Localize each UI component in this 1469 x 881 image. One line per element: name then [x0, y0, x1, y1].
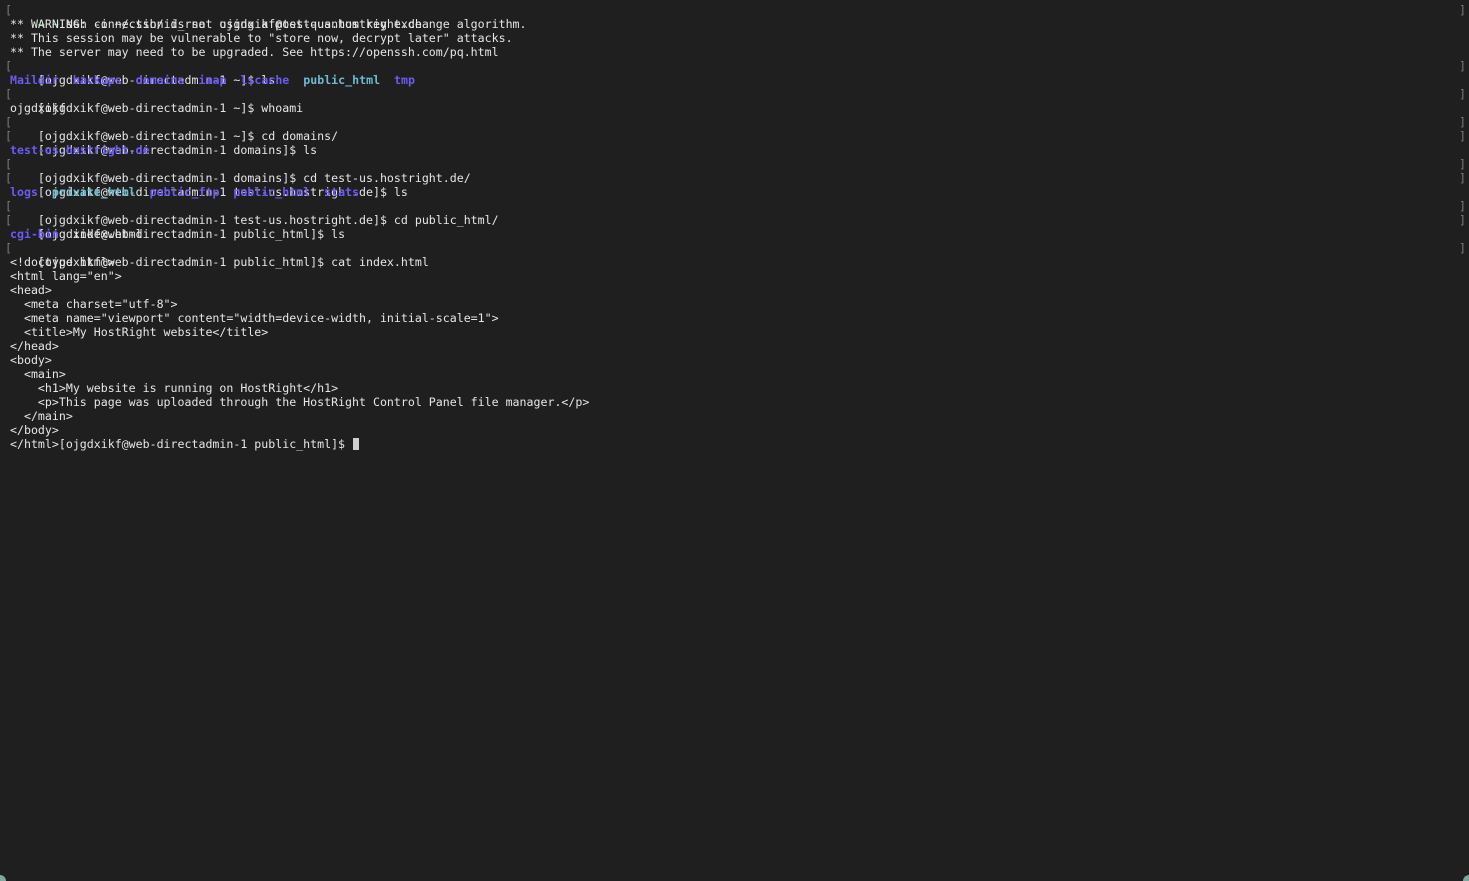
directory-entry: lscache: [240, 73, 290, 87]
warning-text: ** WARNING: connection is not using a po…: [10, 17, 527, 31]
directory-entry: domains: [135, 73, 185, 87]
prompt-line: [[ojgdxikf@web-directadmin-1 test-us.hos…: [5, 171, 1469, 199]
prompt-line: [[ojgdxikf@web-directadmin-1 ~]$ whoami …: [5, 87, 1469, 115]
line-mark-right: ]: [1459, 59, 1466, 73]
prompt-line: [[ojgdxikf@web-directadmin-1 domains]$ l…: [5, 129, 1469, 157]
active-prompt: </html>[ojgdxikf@web-directadmin-1 publi…: [10, 437, 353, 451]
file-content-line: <h1>My website is running on HostRight</…: [10, 381, 339, 395]
directory-entry: Maildir: [10, 73, 59, 87]
directory-entry: public_html: [303, 73, 381, 87]
directory-entry: imap: [198, 73, 227, 87]
text-cursor[interactable]: [353, 438, 360, 450]
line-mark-left: [: [5, 115, 12, 129]
active-prompt-line[interactable]: </html>[ojgdxikf@web-directadmin-1 publi…: [10, 437, 1469, 451]
window-corner: [0, 875, 6, 881]
prompt-line: [[ojgdxikf@web-directadmin-1 ~]$ cd doma…: [5, 115, 1469, 143]
warning-line: ** This session may be vulnerable to "st…: [10, 31, 1469, 45]
warning-text: ** The server may need to be upgraded. S…: [10, 45, 499, 59]
prompt-line: [[ojgdxikf@web-directadmin-1 test-us.hos…: [5, 199, 1469, 227]
directory-entry: cgi-bin: [10, 227, 59, 241]
line-mark-left: [: [5, 171, 12, 185]
line-mark-left: [: [5, 3, 12, 17]
directory-entry: stats: [324, 185, 360, 199]
file-content-line: <p>This page was uploaded through the Ho…: [10, 395, 590, 409]
line-mark-left: [: [5, 87, 12, 101]
output-line: ojgdxikf: [10, 101, 1469, 115]
line-mark-left: [: [5, 241, 12, 255]
file-content-line: </body>: [10, 423, 59, 437]
prompt-line: [[ojgdxikf@web-directadmin-1 public_html…: [5, 213, 1469, 241]
ls-output-line: Maildir backups domains imap lscache pub…: [10, 73, 1469, 87]
file-content-line: <meta charset="utf-8">: [10, 297, 178, 311]
directory-entry: public_ftp: [149, 185, 220, 199]
file-content-line: <main>: [10, 367, 66, 381]
line-mark-right: ]: [1459, 129, 1466, 143]
file-content-line: <meta name="viewport" content="width=dev…: [10, 311, 499, 325]
line-mark-right: ]: [1459, 115, 1466, 129]
directory-entry: test-us.hostright.de: [10, 143, 150, 157]
file-content-line: <head>: [10, 283, 52, 297]
prompt-line: [[ojgdxikf@web-directadmin-1 public_html…: [5, 241, 1469, 269]
directory-entry: private_html: [51, 185, 136, 199]
line-mark-right: ]: [1459, 3, 1466, 17]
directory-entry: backups: [72, 73, 122, 87]
line-mark-right: ]: [1459, 157, 1466, 171]
terminal-window[interactable]: [→ ~ ssh -i ~/.ssh/id_rsa ojgdxikf@test-…: [0, 0, 1469, 881]
warning-text: ** This session may be vulnerable to "st…: [10, 31, 513, 45]
ls-output-line: logs private_html public_ftp public_html…: [10, 185, 1469, 199]
line-mark-left: [: [5, 199, 12, 213]
directory-entry: public_html: [233, 185, 311, 199]
line-mark-right: ]: [1459, 199, 1466, 213]
line-mark-right: ]: [1459, 87, 1466, 101]
file-content-line: <html lang="en">: [10, 269, 122, 283]
directory-entry: logs: [10, 185, 38, 199]
line-mark-right: ]: [1459, 171, 1466, 185]
file-content-line: </head>: [10, 339, 59, 353]
line-mark-left: [: [5, 213, 12, 227]
line-mark-right: ]: [1459, 213, 1466, 227]
line-mark-left: [: [5, 59, 12, 73]
line-mark-left: [: [5, 129, 12, 143]
ls-output-line: cgi-bin index.html: [10, 227, 1469, 241]
warning-line: ** WARNING: connection is not using a po…: [10, 17, 1469, 31]
line-mark-left: [: [5, 157, 12, 171]
prompt-line: [[ojgdxikf@web-directadmin-1 domains]$ c…: [5, 157, 1469, 185]
line-mark-right: ]: [1459, 241, 1466, 255]
file-entry: index.html: [72, 227, 143, 241]
whoami-output: ojgdxikf: [10, 101, 66, 115]
file-content-line: </main>: [10, 409, 73, 423]
directory-entry: tmp: [394, 73, 415, 87]
file-content-line: <title>My HostRight website</title>: [10, 325, 269, 339]
file-content-line: <body>: [10, 353, 52, 367]
ssh-command-line: [→ ~ ssh -i ~/.ssh/id_rsa ojgdxikf@test-…: [5, 3, 1469, 31]
ls-output-line: test-us.hostright.de: [10, 143, 1469, 157]
prompt-line: [[ojgdxikf@web-directadmin-1 ~]$ ls ]: [5, 59, 1469, 87]
window-corner: [1463, 875, 1469, 881]
warning-line: ** The server may need to be upgraded. S…: [10, 45, 1469, 59]
file-content-line: <!doctype html>: [10, 255, 115, 269]
